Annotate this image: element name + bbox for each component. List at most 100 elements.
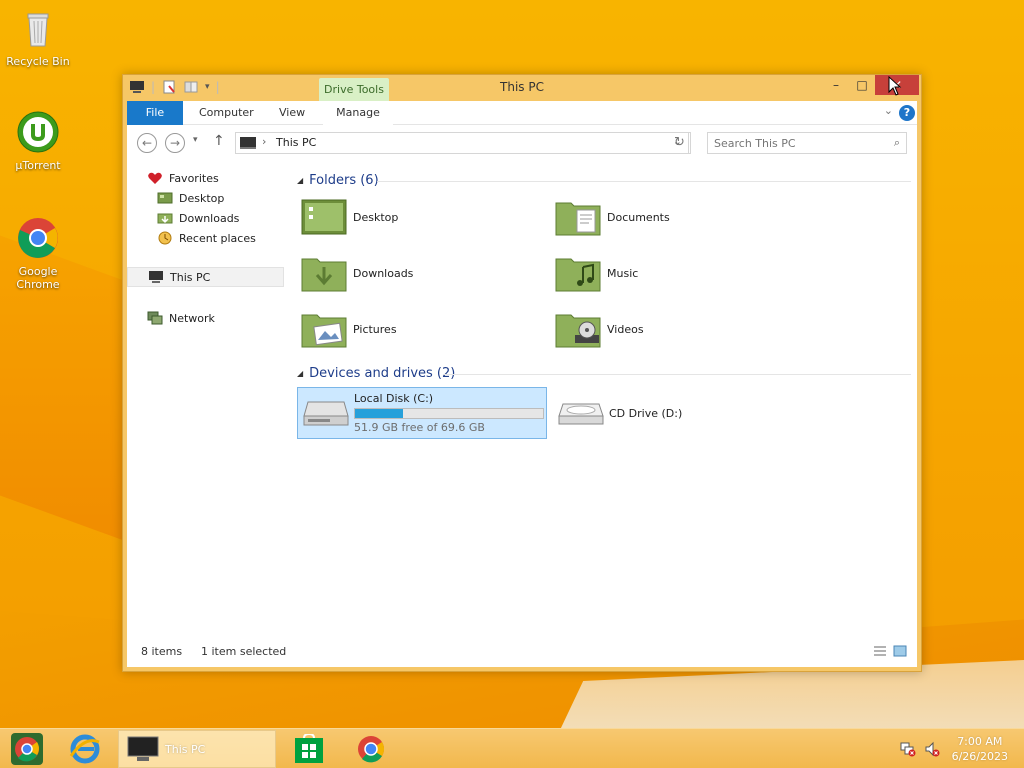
desktop-folder-icon [157, 192, 173, 204]
title-bar[interactable]: | ▾ | This PC – □ ✕ [123, 75, 921, 101]
nav-favorites[interactable]: Favorites [147, 169, 219, 187]
drive-tools-context-header: Drive Tools [319, 78, 389, 101]
maximize-button[interactable]: □ [849, 75, 875, 95]
nav-item-network[interactable]: Network [147, 309, 215, 327]
computer-icon [240, 137, 256, 149]
volume-muted-icon[interactable] [924, 741, 940, 757]
tab-computer[interactable]: Computer [187, 101, 266, 125]
recent-places-icon [158, 231, 172, 245]
network-status-icon[interactable] [900, 741, 916, 757]
back-arrow-icon: ← [141, 136, 153, 150]
status-selection: 1 item selected [201, 645, 287, 658]
desktop-folder-icon [301, 199, 347, 235]
collapse-icon[interactable]: ◢ [297, 369, 303, 378]
chrome-start-icon [11, 733, 43, 765]
chrome-icon [358, 736, 385, 763]
folder-label: Videos [607, 322, 644, 336]
internet-explorer-icon [69, 734, 100, 764]
main-area: ◢ Folders (6) Desktop Documents Download… [293, 169, 917, 637]
taskbar: This PC 7:00 AM 6/26/2023 [0, 728, 1024, 768]
expand-ribbon-icon[interactable]: ⌄ [884, 104, 893, 117]
address-bar[interactable]: › This PC ⌄ [235, 132, 689, 154]
folder-music[interactable]: Music [555, 251, 795, 295]
drive-free-space: 51.9 GB free of 69.6 GB [354, 421, 485, 434]
maximize-icon: □ [856, 78, 868, 92]
hard-drive-icon [303, 401, 349, 426]
network-icon [147, 311, 163, 325]
divider [377, 181, 911, 182]
taskbar-start-app[interactable] [2, 731, 52, 767]
chrome-icon [18, 218, 58, 258]
folder-downloads[interactable]: Downloads [301, 251, 541, 295]
help-icon[interactable]: ? [899, 105, 915, 121]
folder-label: Music [607, 266, 639, 280]
search-box[interactable]: ⌕ [707, 132, 907, 154]
nav-item-this-pc[interactable]: This PC [127, 267, 284, 287]
search-icon[interactable]: ⌕ [894, 136, 900, 150]
folder-documents[interactable]: Documents [555, 195, 795, 239]
mouse-cursor-icon [888, 76, 902, 96]
divider [443, 374, 911, 375]
back-button[interactable]: ← [137, 133, 157, 153]
desktop-icon-recycle-bin[interactable]: Recycle Bin [0, 6, 76, 68]
explorer-content: ← → ▾ ↑ › This PC ⌄ ↻ ⌕ Favorites [127, 125, 917, 667]
nav-label: This PC [170, 270, 211, 284]
minimize-button[interactable]: – [823, 75, 849, 95]
drive-local-disk-c[interactable]: Local Disk (C:) 51.9 GB free of 69.6 GB [297, 387, 547, 439]
pictures-folder-icon [301, 314, 347, 348]
nav-label: Downloads [179, 211, 240, 225]
explorer-window: | ▾ | This PC – □ ✕ Drive Tools File Com… [122, 74, 922, 672]
tab-view[interactable]: View [267, 101, 317, 125]
drive-cd-d[interactable]: CD Drive (D:) [553, 387, 793, 439]
taskbar-chrome[interactable] [346, 731, 396, 767]
drive-usage-fill [355, 409, 403, 418]
computer-icon [149, 271, 163, 283]
tab-manage[interactable]: Manage [323, 101, 393, 125]
nav-label: Recent places [179, 231, 256, 245]
taskbar-internet-explorer[interactable] [60, 731, 110, 767]
refresh-icon: ↻ [674, 135, 685, 150]
status-bar: 8 items 1 item selected [127, 637, 917, 667]
navigation-bar: ← → ▾ ↑ › This PC ⌄ ↻ ⌕ [127, 125, 917, 161]
taskbar-this-pc-window[interactable]: This PC [118, 730, 276, 768]
drive-name: CD Drive (D:) [609, 406, 683, 420]
group-title: Folders (6) [309, 172, 379, 188]
breadcrumb-chevron-icon[interactable]: › [262, 135, 266, 148]
folder-desktop[interactable]: Desktop [301, 195, 541, 239]
details-view-icon[interactable] [873, 645, 887, 657]
forward-arrow-icon: → [169, 136, 181, 150]
refresh-button[interactable]: ↻ [669, 132, 691, 154]
nav-item-desktop[interactable]: Desktop [157, 189, 224, 207]
collapse-icon[interactable]: ◢ [297, 176, 303, 185]
nav-item-recent-places[interactable]: Recent places [157, 229, 256, 247]
desktop-icon-chrome[interactable]: Google Chrome [0, 216, 76, 291]
drive-name: Local Disk (C:) [354, 392, 434, 405]
windows-store-icon [295, 734, 323, 763]
system-clock[interactable]: 7:00 AM 6/26/2023 [952, 734, 1008, 764]
group-header-folders[interactable]: ◢ Folders (6) [297, 171, 379, 189]
music-folder-icon [555, 258, 601, 292]
desktop-icon-label: µTorrent [15, 159, 61, 172]
up-arrow-icon[interactable]: ↑ [213, 133, 225, 149]
forward-button[interactable]: → [165, 133, 185, 153]
recent-locations-icon[interactable]: ▾ [193, 135, 198, 145]
clock-date: 6/26/2023 [951, 750, 1008, 763]
group-title: Devices and drives (2) [309, 365, 456, 381]
desktop-icon-utorrent[interactable]: µTorrent [0, 110, 76, 172]
folder-videos[interactable]: Videos [555, 307, 795, 351]
nav-label: Favorites [169, 171, 219, 185]
tab-file[interactable]: File [127, 101, 183, 125]
nav-label: Desktop [179, 191, 225, 205]
folder-pictures[interactable]: Pictures [301, 307, 541, 351]
group-header-devices[interactable]: ◢ Devices and drives (2) [297, 364, 455, 382]
ribbon-tabs: File Computer View Manage ⌄ ? [127, 101, 917, 125]
search-input[interactable] [714, 135, 874, 151]
heart-icon [148, 172, 162, 184]
nav-item-downloads[interactable]: Downloads [157, 209, 239, 227]
cd-drive-icon [558, 403, 604, 425]
large-icons-view-icon[interactable] [893, 645, 907, 657]
computer-icon [127, 736, 159, 761]
utorrent-icon [17, 111, 59, 153]
breadcrumb-this-pc[interactable]: This PC [276, 136, 316, 149]
taskbar-store[interactable] [284, 731, 334, 767]
